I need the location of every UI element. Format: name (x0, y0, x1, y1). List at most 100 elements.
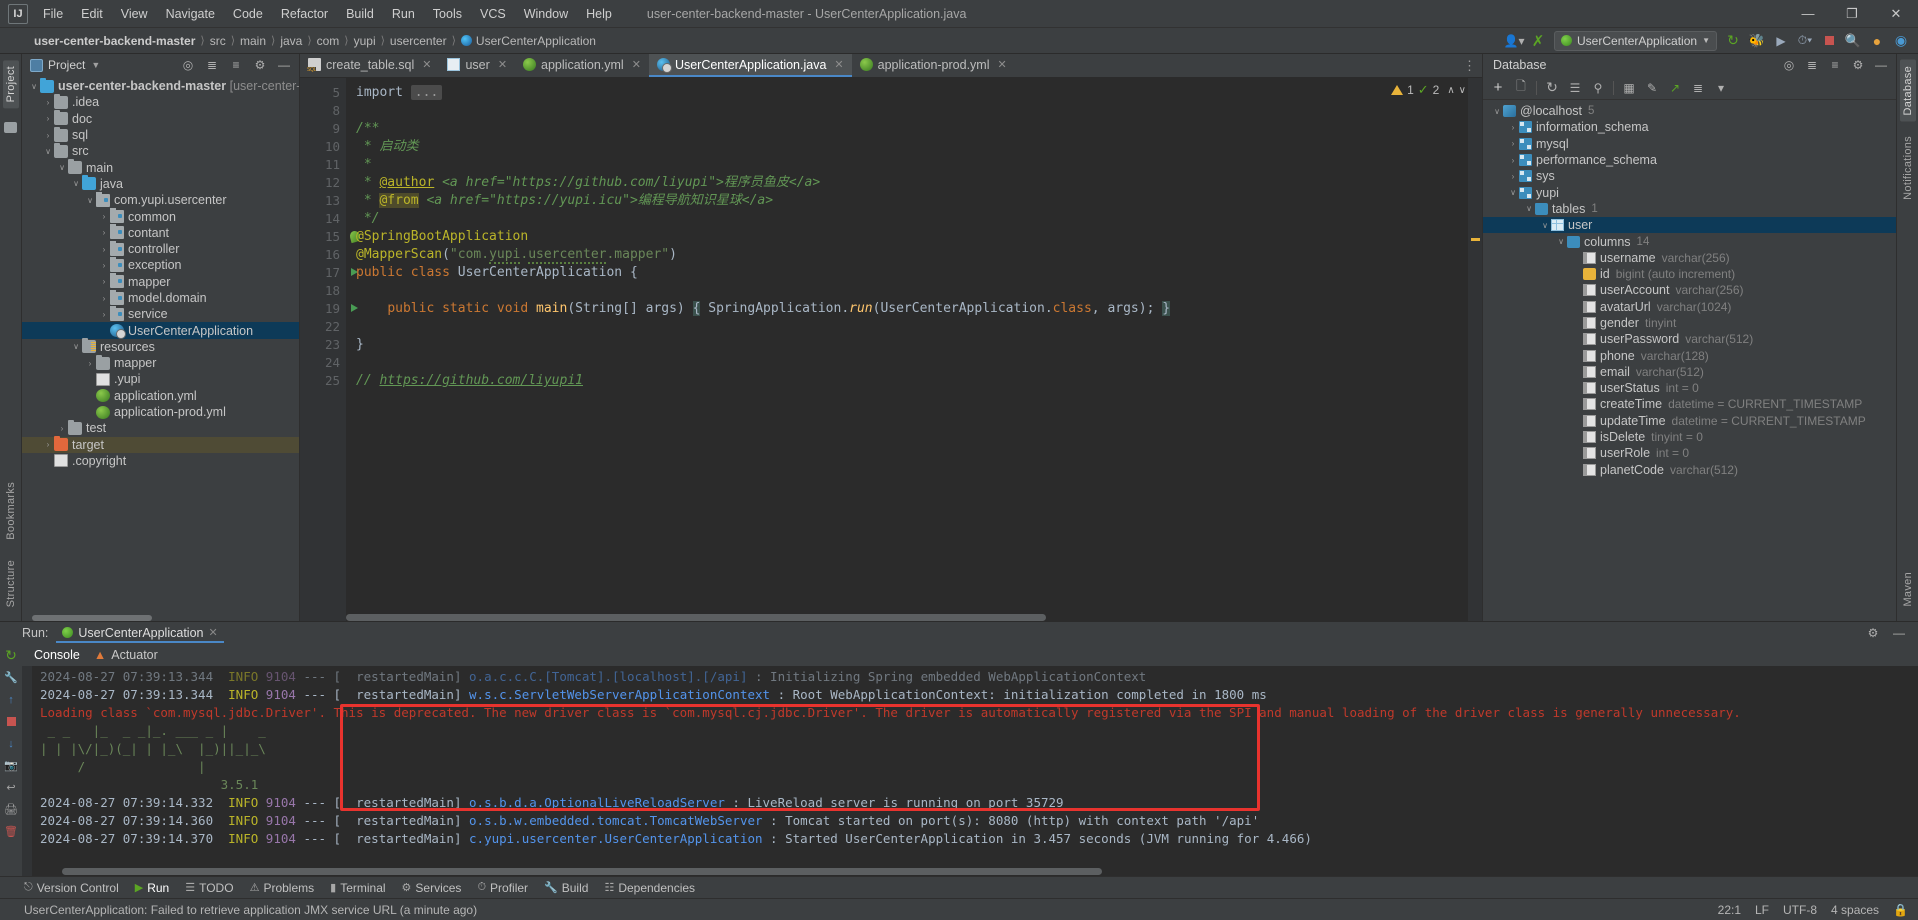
copy-icon[interactable]: 🗋 (1510, 77, 1532, 99)
project-tree-row[interactable]: › mapper (22, 354, 299, 371)
project-tree-row[interactable]: › mapper (22, 273, 299, 290)
project-tree-row[interactable]: application.yml (22, 388, 299, 404)
tree-expander[interactable]: › (1507, 123, 1519, 132)
tree-expander[interactable]: ∨ (28, 82, 40, 91)
trash-icon[interactable]: 🗑 (4, 824, 19, 839)
database-tree-row[interactable]: updateTime datetime = CURRENT_TIMESTAMP (1483, 413, 1896, 429)
tab-actuator[interactable]: ▲ Actuator (94, 648, 158, 662)
code-line[interactable]: public class UserCenterApplication { (346, 264, 1482, 282)
console-horizontal-scrollbar[interactable] (62, 868, 1102, 875)
locate-icon[interactable]: ◎ (1778, 54, 1800, 76)
next-problem-icon[interactable]: ∨ (1459, 85, 1466, 96)
gutter-line-number[interactable]: 9 (300, 120, 346, 138)
gutter-line-number[interactable]: 15 (300, 228, 362, 246)
tree-expander[interactable]: ∨ (56, 163, 68, 172)
project-tree[interactable]: ∨ user-center-backend-master [user-center… (22, 76, 299, 621)
collapse-all-icon[interactable]: ≡ (1824, 54, 1846, 76)
code-line[interactable]: * (346, 156, 1482, 174)
database-tree-row[interactable]: ∨ columns 14 (1483, 233, 1896, 249)
tree-expander[interactable]: › (98, 310, 110, 319)
project-tree-row[interactable]: ∨ user-center-backend-master [user-center… (22, 77, 299, 94)
database-tree-row[interactable]: phone varchar(128) (1483, 347, 1896, 363)
soft-wrap-icon[interactable]: ↩ (4, 780, 19, 795)
sidebar-item-structure[interactable]: Structure (3, 554, 19, 613)
project-tree-row[interactable]: › sql (22, 126, 299, 143)
scroll-down-icon[interactable]: ↓ (4, 736, 19, 751)
settings-icon[interactable]: 🔧 (4, 670, 19, 685)
menu-file[interactable]: File (34, 3, 72, 25)
project-tree-row[interactable]: › service (22, 305, 299, 322)
code-line[interactable]: * @author <a href="https://github.com/li… (346, 174, 1482, 192)
project-tree-row[interactable]: ∨ src (22, 142, 299, 159)
project-tree-row[interactable]: .yupi (22, 371, 299, 387)
menu-build[interactable]: Build (337, 3, 383, 25)
locate-icon[interactable]: ◎ (177, 54, 199, 76)
indent-setting[interactable]: 4 spaces (1831, 903, 1879, 917)
project-tree-row[interactable]: › contant (22, 224, 299, 241)
filter-icon[interactable]: ▾ (1710, 77, 1732, 99)
tree-expander[interactable]: ∨ (70, 342, 82, 351)
code-line[interactable]: public static void main(String[] args) {… (346, 300, 1482, 318)
code-line[interactable]: @MapperScan("com.yupi.usercenter.mapper"… (346, 246, 1482, 264)
database-tree-row[interactable]: userAccount varchar(256) (1483, 282, 1896, 298)
close-icon[interactable]: ✕ (997, 58, 1006, 71)
breadcrumb-yupi[interactable]: yupi (350, 33, 380, 49)
menu-navigate[interactable]: Navigate (157, 3, 224, 25)
database-tree-row[interactable]: userRole int = 0 (1483, 445, 1896, 461)
close-icon[interactable]: ✕ (208, 626, 217, 639)
database-tree-row[interactable]: userPassword varchar(512) (1483, 331, 1896, 347)
toolwindow-todo[interactable]: ☰ TODO (185, 881, 233, 895)
breadcrumb-usercenter[interactable]: usercenter (386, 33, 451, 49)
tree-expander[interactable]: › (98, 245, 110, 254)
gutter-line-number[interactable]: 19 (300, 300, 358, 318)
close-icon[interactable]: ✕ (834, 58, 843, 71)
database-tree-row[interactable]: › mysql (1483, 136, 1896, 152)
project-tree-row[interactable]: › common (22, 208, 299, 224)
add-icon[interactable]: + (1487, 77, 1509, 99)
project-tree-row[interactable]: ∨ java (22, 175, 299, 192)
gutter-line-number[interactable]: 17 (300, 264, 358, 282)
tree-expander[interactable]: › (98, 261, 110, 270)
stop-icon[interactable] (1818, 30, 1840, 52)
breadcrumb-com[interactable]: com (313, 33, 344, 49)
minimize-button[interactable]: — (1786, 0, 1830, 28)
editor-tab[interactable]: application.yml ✕ (515, 54, 649, 77)
database-tree-row[interactable]: userStatus int = 0 (1483, 380, 1896, 396)
breadcrumb-class[interactable]: UserCenterApplication (457, 33, 600, 49)
expand-all-icon[interactable]: ≣ (201, 54, 223, 76)
toolwindow-problems[interactable]: ⚠ Problems (250, 881, 315, 895)
sidebar-item-bookmarks[interactable]: Bookmarks (3, 476, 19, 546)
camera-icon[interactable]: 📷 (4, 758, 19, 773)
maximize-button[interactable]: ❐ (1830, 0, 1874, 28)
database-tree-row[interactable]: › sys (1483, 168, 1896, 184)
project-tree-row[interactable]: application-prod.yml (22, 404, 299, 420)
run-icon[interactable]: ↻ (1722, 30, 1744, 52)
tree-expander[interactable]: › (42, 114, 54, 123)
code-line[interactable]: } (346, 336, 1482, 354)
database-tree-row[interactable]: email varchar(512) (1483, 364, 1896, 380)
tree-expander[interactable]: ∨ (1491, 107, 1503, 116)
table-editor-icon[interactable]: ▦ (1618, 77, 1640, 99)
database-tree[interactable]: ∨ @localhost 5 › information_schema › mysql › pe… (1483, 100, 1896, 621)
menu-vcs[interactable]: VCS (471, 3, 515, 25)
profiler-icon[interactable]: 👤▾ (1503, 30, 1525, 52)
gutter-line-number[interactable]: 23 (300, 336, 346, 354)
gutter-line-number[interactable]: 12 (300, 174, 346, 192)
hide-icon[interactable]: — (273, 54, 295, 76)
sidebar-item-project[interactable]: Project (2, 60, 19, 109)
database-tree-row[interactable]: ∨ tables 1 (1483, 201, 1896, 217)
code-line[interactable] (346, 282, 1482, 300)
toolwindow-dependencies[interactable]: ☷ Dependencies (604, 881, 695, 895)
toolwindow-terminal[interactable]: ▮ Terminal (330, 881, 385, 895)
code-line[interactable] (346, 318, 1482, 336)
file-encoding[interactable]: UTF-8 (1783, 903, 1817, 917)
project-tree-row[interactable]: › target (22, 436, 299, 453)
editor-horizontal-scrollbar[interactable] (346, 614, 1046, 621)
toolwindow-build[interactable]: 🔧 Build (544, 881, 588, 895)
print-icon[interactable]: 🖨 (4, 802, 19, 817)
project-tree-scrollbar[interactable] (32, 615, 152, 621)
gutter-line-number[interactable]: 13 (300, 192, 346, 210)
inspection-summary[interactable]: 1 ✓ 2 ∧ ∨ (1391, 82, 1466, 98)
settings-icon[interactable]: ⚙ (249, 54, 271, 76)
updates-icon[interactable]: ✗ (1527, 30, 1549, 52)
